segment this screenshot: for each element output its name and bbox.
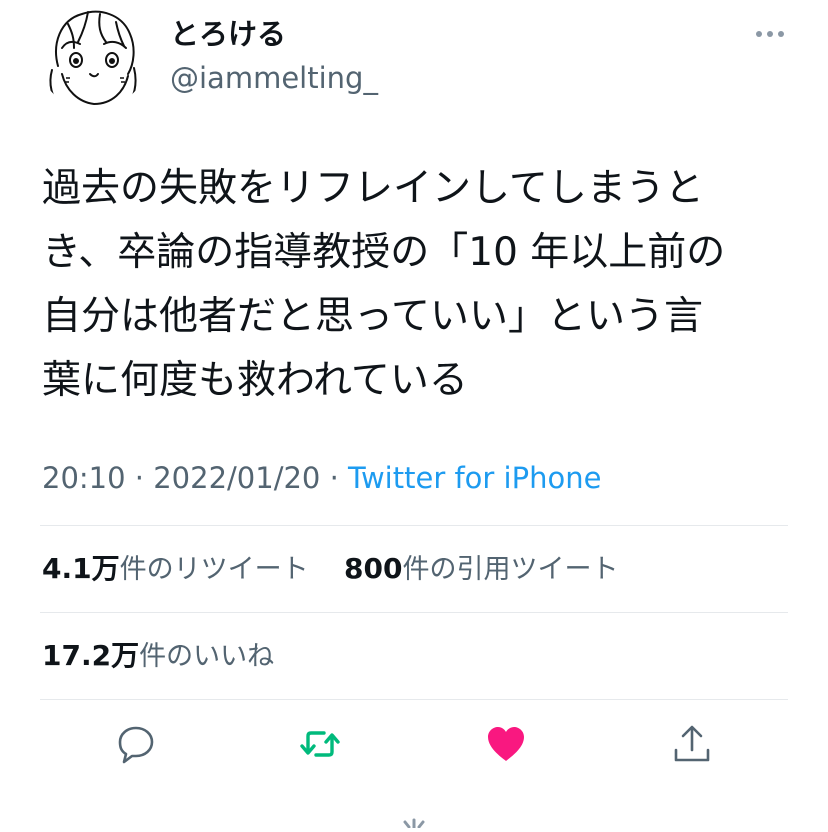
divider (40, 525, 788, 526)
retweet-icon[interactable] (298, 722, 342, 766)
meta-separator: · (329, 461, 339, 495)
like-stats[interactable]: 17.2万件のいいね (42, 638, 274, 675)
like-icon[interactable] (484, 722, 528, 766)
tweet-text: 過去の失敗をリフレインしてしまうと き、卒論の指導教授の「10 年以上前の 自分… (42, 157, 787, 413)
like-count-unit: 万 (111, 639, 140, 672)
tweet-text-line: 過去の失敗をリフレインしてしまうと (42, 166, 704, 211)
tweet-date[interactable]: 2022/01/20 (153, 461, 320, 495)
avatar[interactable] (38, 4, 148, 110)
tweet-meta: 20:10 · 2022/01/20 · Twitter for iPhone (42, 460, 601, 496)
like-label: 件のいいね (139, 641, 275, 672)
retweet-stats[interactable]: 4.1万件のリツイート (42, 551, 309, 588)
divider (40, 699, 788, 700)
reply-icon[interactable] (114, 722, 158, 766)
tweet-source[interactable]: Twitter for iPhone (348, 461, 601, 495)
user-handle[interactable]: @iammelting_ (170, 60, 378, 96)
meta-separator: · (134, 461, 145, 495)
retweet-count: 4.1 (42, 552, 92, 585)
more-icon[interactable] (750, 22, 790, 46)
share-icon[interactable] (670, 722, 714, 766)
loading-icon (396, 808, 432, 830)
display-name[interactable]: とろける (170, 16, 286, 52)
like-count: 17.2 (42, 639, 112, 672)
retweet-label: 件のリツイート (119, 554, 309, 585)
tweet-time[interactable]: 20:10 (42, 461, 126, 495)
quote-label: 件の引用ツイート (402, 554, 619, 585)
tweet-text-line: 葉に何度も救われている (42, 358, 468, 403)
quote-count: 800 (344, 552, 403, 585)
retweet-count-unit: 万 (91, 552, 120, 585)
tweet-text-line: き、卒論の指導教授の「10 年以上前の (42, 230, 726, 275)
tweet-text-line: 自分は他者だと思っていい」という言 (42, 294, 704, 339)
avatar-illustration (49, 10, 137, 109)
quote-stats[interactable]: 800件の引用ツイート (344, 551, 618, 588)
divider (40, 612, 788, 613)
